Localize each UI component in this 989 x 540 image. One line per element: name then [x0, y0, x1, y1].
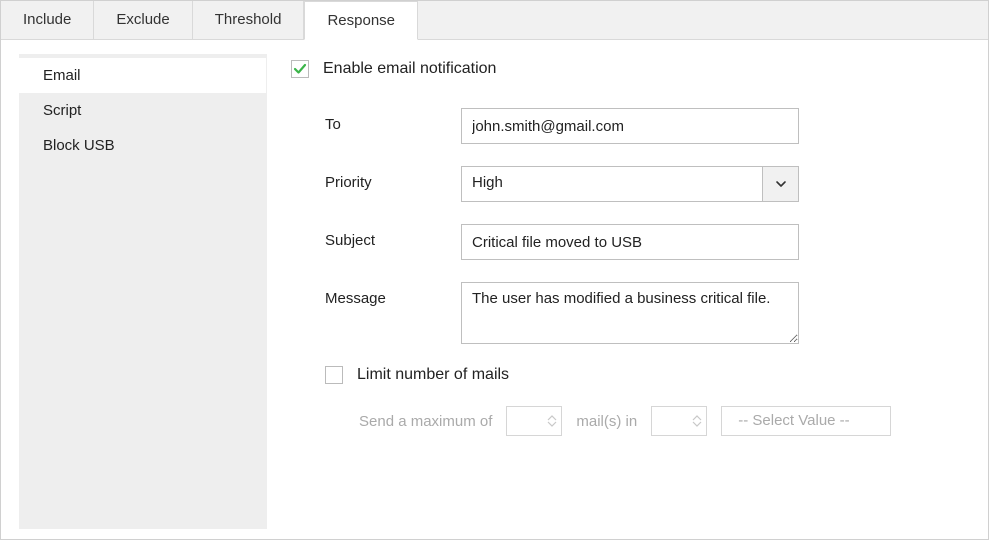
enable-email-checkbox[interactable]: [291, 60, 309, 78]
sidebar-item-block-usb[interactable]: Block USB: [19, 128, 266, 163]
email-settings-form: Enable email notification To Priority Hi…: [267, 54, 978, 529]
response-sidebar: Email Script Block USB: [19, 54, 267, 529]
tab-response[interactable]: Response: [304, 1, 418, 40]
stepper-arrows-icon: [547, 415, 557, 427]
subject-input[interactable]: [461, 224, 799, 260]
stepper-arrows-icon: [692, 415, 702, 427]
app-window: Include Exclude Threshold Response Email…: [0, 0, 989, 540]
tab-exclude[interactable]: Exclude: [94, 1, 192, 39]
limit-mails-label: Limit number of mails: [357, 366, 509, 384]
sidebar-item-script[interactable]: Script: [19, 93, 266, 128]
tab-include[interactable]: Include: [1, 1, 94, 39]
subject-label: Subject: [291, 224, 461, 249]
message-label: Message: [291, 282, 461, 307]
limit-mails-checkbox[interactable]: [325, 366, 343, 384]
send-max-prefix: Send a maximum of: [359, 413, 492, 430]
to-label: To: [291, 108, 461, 133]
duration-stepper[interactable]: [651, 406, 707, 436]
priority-value: High: [461, 166, 763, 202]
max-count-stepper[interactable]: [506, 406, 562, 436]
priority-select[interactable]: High: [461, 166, 799, 202]
priority-label: Priority: [291, 166, 461, 191]
mails-in-label: mail(s) in: [576, 413, 637, 430]
enable-email-label: Enable email notification: [323, 60, 496, 78]
top-tabbar: Include Exclude Threshold Response: [1, 1, 988, 40]
content-body: Email Script Block USB Enable email noti…: [1, 40, 988, 539]
to-input[interactable]: [461, 108, 799, 144]
priority-dropdown-button[interactable]: [763, 166, 799, 202]
message-textarea[interactable]: The user has modified a business critica…: [461, 282, 799, 344]
check-icon: [293, 62, 307, 76]
sidebar-item-email[interactable]: Email: [19, 58, 266, 93]
time-unit-select[interactable]: -- Select Value --: [721, 406, 891, 436]
tab-threshold[interactable]: Threshold: [193, 1, 305, 39]
chevron-down-icon: [775, 178, 787, 190]
